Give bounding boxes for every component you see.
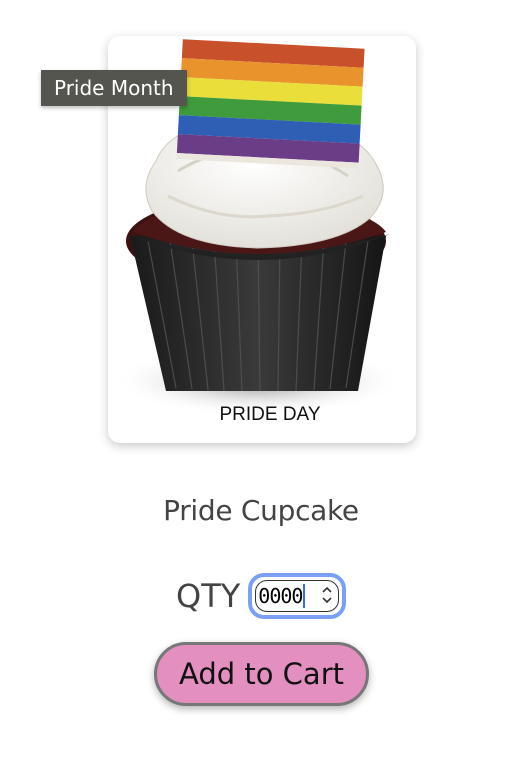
up-down-chevron-icon[interactable] <box>320 584 334 606</box>
image-caption: PRIDE DAY <box>219 404 320 425</box>
text-caret <box>303 584 306 608</box>
tooltip: Pride Month <box>41 70 187 106</box>
product-name: Pride Cupcake <box>163 494 359 527</box>
quantity-row: QTY 0000 <box>176 573 347 619</box>
quantity-value[interactable]: 0000 <box>258 584 303 608</box>
add-to-cart-button[interactable]: Add to Cart <box>154 642 369 706</box>
quantity-input[interactable]: 0000 <box>248 573 347 619</box>
product-page: PRIDE DAY Pride Month Pride Cupcake QTY … <box>0 0 514 774</box>
quantity-label: QTY <box>176 577 241 615</box>
